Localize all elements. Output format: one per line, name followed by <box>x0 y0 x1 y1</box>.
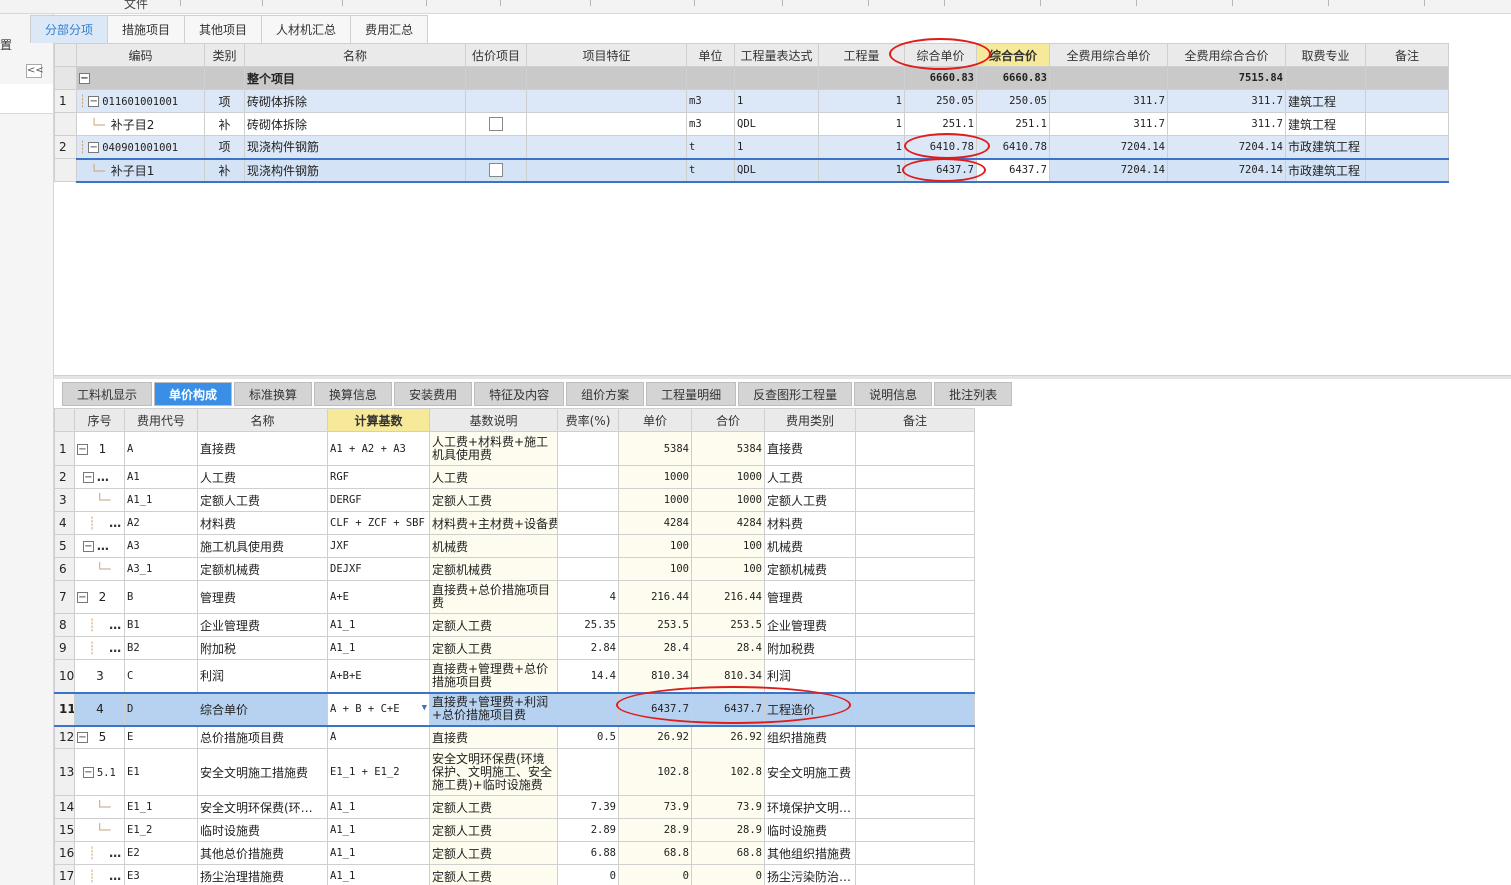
table-row[interactable]: 17 ┊ … E3 扬尘治理措施费 A1_1 定额人工费 0 0 0 扬尘污染防… <box>54 864 975 885</box>
header-name[interactable]: 名称 <box>244 43 466 67</box>
table-row[interactable]: 7 − 2 B 管理费 A+E 直接费+总价措施项目费 4 216.44 216… <box>54 580 975 614</box>
collapse-toggle[interactable]: − <box>88 141 100 153</box>
tab-fenbu[interactable]: 分部分项 <box>30 15 109 43</box>
header-type[interactable]: 类别 <box>204 43 245 67</box>
header-fee-code[interactable]: 费用代号 <box>124 408 198 432</box>
header-unit-price[interactable]: 综合单价 <box>904 43 977 67</box>
collapse-toggle[interactable]: − <box>77 732 88 744</box>
top-tab-bar: 分部分项 措施项目 其他项目 人材机汇总 费用汇总 <box>30 15 429 43</box>
collapse-toggle[interactable]: − <box>77 443 88 455</box>
table-row[interactable]: 12 − 5 E 总价措施项目费 A 直接费 0.5 26.92 26.92 组… <box>54 725 975 749</box>
header-price[interactable]: 单价 <box>618 408 692 432</box>
table-row[interactable]: 4 ┊ … A2 材料费 CLF + ZCF + SBF 材料费+主材费+设备费… <box>54 511 975 535</box>
header-unit[interactable]: 单位 <box>686 43 735 67</box>
table-row[interactable]: 10 3 C 利润 A+B+E 直接费+管理费+总价措施项目费 14.4 810… <box>54 659 975 693</box>
table-row[interactable]: └─ 补子目2 补 砖砌体拆除 m3 QDL 1 251.1 251.1 311… <box>54 112 1449 136</box>
table-row[interactable]: 14 └─ E1_1 安全文明环保费(环… A1_1 定额人工费 7.39 73… <box>54 795 975 819</box>
panel-splitter[interactable] <box>54 375 1511 379</box>
header-rate[interactable]: 费率(%) <box>557 408 619 432</box>
tab-qita[interactable]: 其他项目 <box>184 15 263 43</box>
left-panel-list <box>0 84 53 114</box>
header-expr[interactable]: 工程量表达式 <box>734 43 819 67</box>
tab-gongliaoji[interactable]: 工料机显示 <box>62 382 153 406</box>
price-composition-table: 序号 费用代号 名称 计算基数 基数说明 费率(%) 单价 合价 费用类别 备注… <box>54 408 975 885</box>
table-row[interactable]: 1 ┊ −011601001001 项 砖砌体拆除 m3 1 1 250.05 2… <box>54 89 1449 113</box>
tab-cuoshi[interactable]: 措施项目 <box>107 15 186 43</box>
header-remark[interactable]: 备注 <box>855 408 975 432</box>
collapse-toggle[interactable]: − <box>79 73 90 84</box>
collapse-button[interactable]: << <box>26 64 44 78</box>
tab-fancha[interactable]: 反查图形工程量 <box>738 382 853 406</box>
table-row[interactable]: 2 ┊ −040901001001 项 现浇构件钢筋 t 1 1 6410.78 … <box>54 135 1449 159</box>
table-header: 序号 费用代号 名称 计算基数 基数说明 费率(%) 单价 合价 费用类别 备注 <box>54 408 975 432</box>
table-row[interactable]: 13 −5.1 E1 安全文明施工措施费 E1_1 + E1_2 安全文明环保费… <box>54 748 975 796</box>
header-fee-name[interactable]: 名称 <box>197 408 328 432</box>
collapse-toggle[interactable]: − <box>88 96 100 107</box>
table-row[interactable]: 2 −… A1 人工费 RGF 人工费 1000 1000 人工费 <box>54 465 975 489</box>
header-rownum <box>54 43 77 67</box>
tab-mingxi[interactable]: 工程量明细 <box>646 382 737 406</box>
header-base[interactable]: 计算基数 <box>327 408 430 432</box>
header-category[interactable]: 费用类别 <box>764 408 856 432</box>
estimate-checkbox[interactable] <box>489 163 503 178</box>
header-code[interactable]: 编码 <box>76 43 205 67</box>
table-row-total[interactable]: − 整个项目 6660.83 6660.83 7515.84 <box>54 66 1449 90</box>
tab-rencaiji[interactable]: 人材机汇总 <box>261 15 352 43</box>
tab-feiyong[interactable]: 费用汇总 <box>350 15 429 43</box>
table-row[interactable]: 16 ┊ … E2 其他总价措施费 A1_1 定额人工费 6.88 68.8 6… <box>54 841 975 865</box>
table-row[interactable]: 8 ┊ … B1 企业管理费 A1_1 定额人工费 25.35 253.5 25… <box>54 613 975 637</box>
header-full-total[interactable]: 全费用综合合价 <box>1167 43 1286 67</box>
table-row[interactable]: 1 − 1 A 直接费 A1 + A2 + A3 人工费+材料费+施工机具使用费… <box>54 431 975 466</box>
table-row[interactable]: 6 └─ A3_1 定额机械费 DEJXF 定额机械费 100 100 定额机械… <box>54 557 975 581</box>
menu-file[interactable]: 文件 <box>124 0 148 12</box>
left-panel: 置 << <box>0 14 54 885</box>
tab-huansuan[interactable]: 换算信息 <box>314 382 393 406</box>
total-name: 整个项目 <box>244 66 466 90</box>
header-full-unit[interactable]: 全费用综合单价 <box>1049 43 1168 67</box>
tab-biaozhun[interactable]: 标准换算 <box>234 382 313 406</box>
header-qty[interactable]: 工程量 <box>818 43 905 67</box>
header-feature[interactable]: 项目特征 <box>526 43 687 67</box>
header-spec[interactable]: 取费专业 <box>1285 43 1366 67</box>
header-seq[interactable]: 序号 <box>74 408 125 432</box>
tab-danjia[interactable]: 单价构成 <box>154 382 233 406</box>
collapse-toggle[interactable]: − <box>82 472 94 483</box>
table-row-selected[interactable]: └─ 补子目1 补 现浇构件钢筋 t QDL 1 6437.7 6437.7 7… <box>54 157 1449 183</box>
header-total[interactable]: 综合合价 <box>976 43 1050 67</box>
total-comp2: 6660.83 <box>976 66 1050 90</box>
tab-tezheng[interactable]: 特征及内容 <box>474 382 565 406</box>
bottom-tab-bar: 工料机显示 单价构成 标准换算 换算信息 安装费用 特征及内容 组价方案 工程量… <box>62 382 1014 406</box>
total-full: 7515.84 <box>1167 66 1286 90</box>
total-comp: 6660.83 <box>904 66 977 90</box>
tab-shuoming[interactable]: 说明信息 <box>854 382 933 406</box>
table-row[interactable]: 3 └─ A1_1 定额人工费 DERGF 定额人工费 1000 1000 定额… <box>54 488 975 512</box>
collapse-toggle[interactable]: − <box>82 767 94 778</box>
items-table: 编码 类别 名称 估价项目 项目特征 单位 工程量表达式 工程量 综合单价 综合… <box>54 43 1449 183</box>
tab-zujia[interactable]: 组价方案 <box>566 382 645 406</box>
collapse-toggle[interactable]: − <box>82 541 94 552</box>
tab-anzhuang[interactable]: 安装费用 <box>394 382 473 406</box>
table-row[interactable]: 9 ┊ … B2 附加税 A1_1 定额人工费 2.84 28.4 28.4 附… <box>54 636 975 660</box>
table-header: 编码 类别 名称 估价项目 项目特征 单位 工程量表达式 工程量 综合单价 综合… <box>54 43 1449 67</box>
menu-strip: 文件 <box>0 0 1511 14</box>
table-row[interactable]: 5 −… A3 施工机具使用费 JXF 机械费 100 100 机械费 <box>54 534 975 558</box>
header-base-desc[interactable]: 基数说明 <box>429 408 558 432</box>
header-amount[interactable]: 合价 <box>691 408 765 432</box>
table-row[interactable]: 15 └─ E1_2 临时设施费 A1_1 定额人工费 2.89 28.9 28… <box>54 818 975 842</box>
dropdown-arrow-icon[interactable]: ▼ <box>422 703 427 713</box>
tab-pizhu[interactable]: 批注列表 <box>934 382 1013 406</box>
left-panel-label: 置 <box>0 38 13 52</box>
header-estimate[interactable]: 估价项目 <box>465 43 527 67</box>
table-row-selected[interactable]: 11 4 D 综合单价 A + B + C+E ▼ 直接费+管理费+利润+总价措施… <box>54 691 975 727</box>
collapse-toggle[interactable]: − <box>77 592 88 603</box>
estimate-checkbox[interactable] <box>489 117 503 132</box>
header-remark[interactable]: 备注 <box>1365 43 1449 67</box>
